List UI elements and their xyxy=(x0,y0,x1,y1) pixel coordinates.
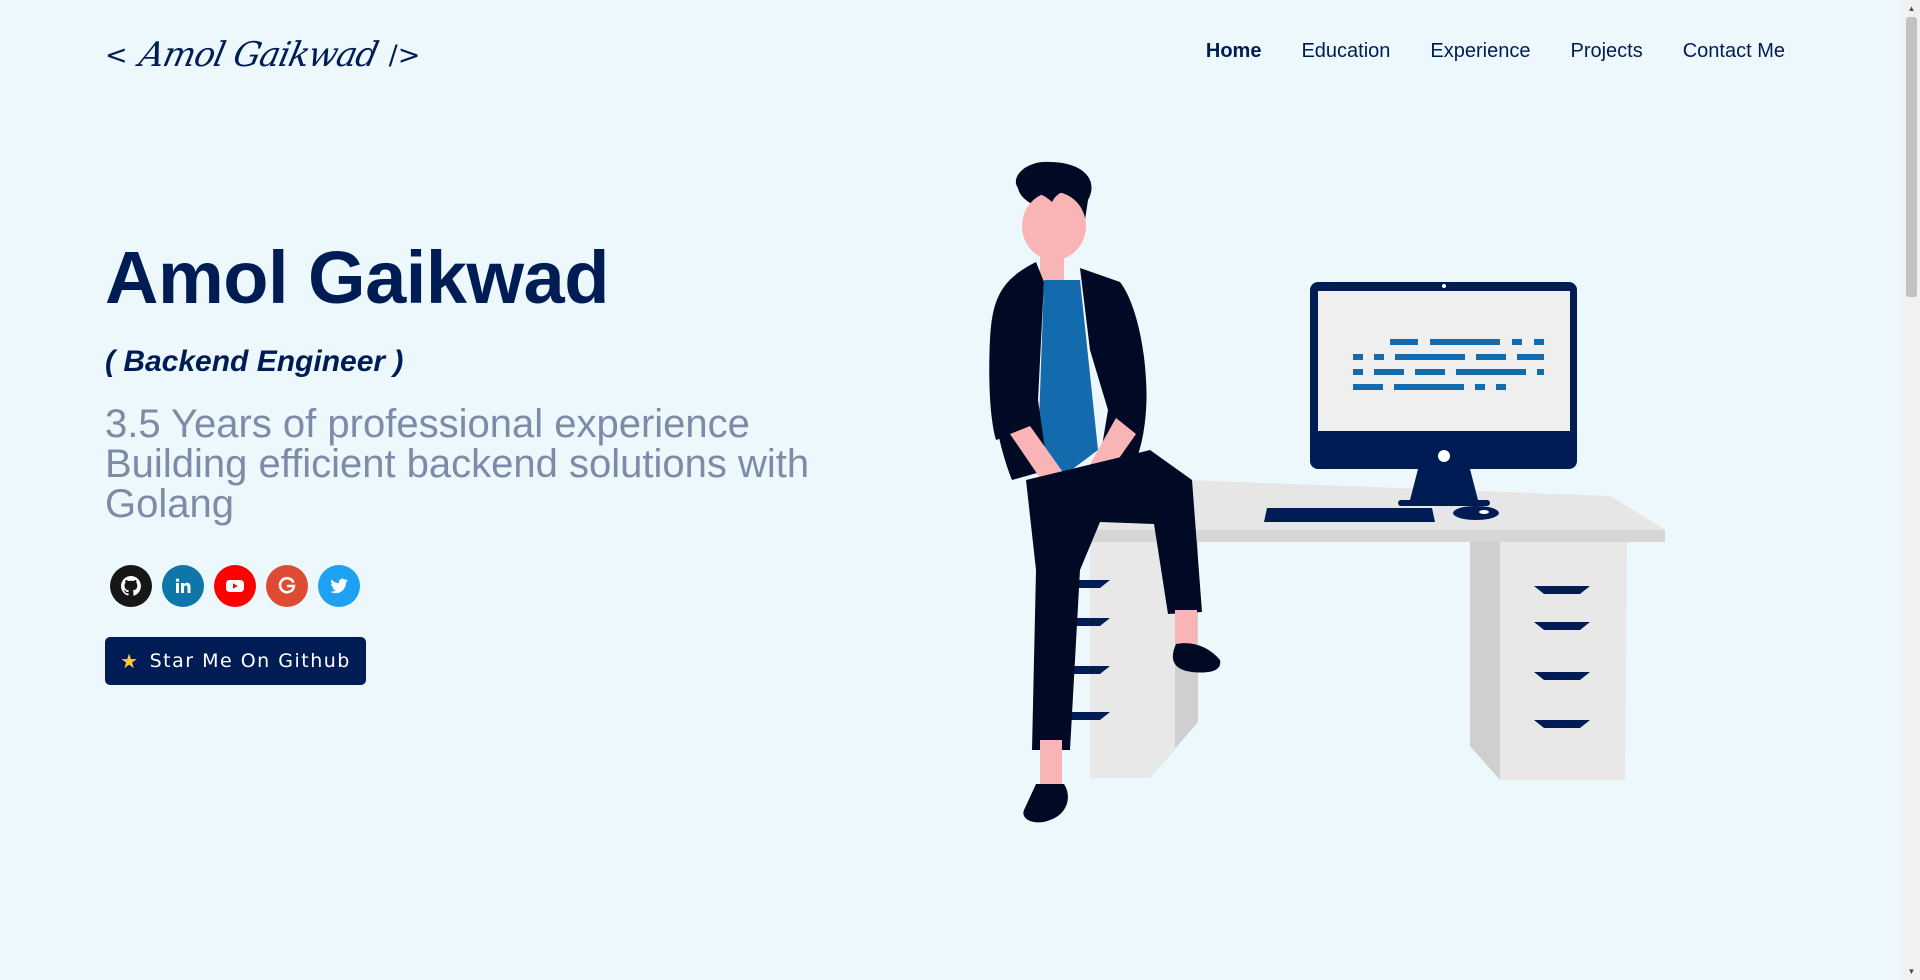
linkedin-icon xyxy=(175,578,191,593)
star-button-label: Star Me On Github xyxy=(149,650,351,672)
scroll-down-icon[interactable]: ▼ xyxy=(1903,963,1920,980)
nav-contact-me[interactable]: Contact Me xyxy=(1683,40,1785,63)
scroll-up-icon[interactable]: ▲ xyxy=(1903,0,1920,17)
developer-desk-illustration xyxy=(989,161,1665,823)
github-icon xyxy=(121,576,141,596)
tagline-line-2: Building efficient backend solutions wit… xyxy=(105,442,810,486)
nav-education[interactable]: Education xyxy=(1301,40,1390,63)
google-icon xyxy=(278,576,296,594)
hero-tagline: 3.5 Years of professional experience Bui… xyxy=(105,404,885,524)
star-icon: ★ xyxy=(120,649,140,673)
main-nav: Home Education Experience Projects Conta… xyxy=(1206,40,1785,63)
scrollbar-thumb[interactable] xyxy=(1906,17,1917,297)
google-link[interactable] xyxy=(266,565,308,607)
tagline-line-3: Golang xyxy=(105,482,234,526)
hero-role: ( Backend Engineer ) xyxy=(105,345,404,378)
twitter-link[interactable] xyxy=(318,565,360,607)
youtube-icon xyxy=(226,580,244,592)
twitter-icon xyxy=(330,578,348,594)
logo-open-bracket: < xyxy=(105,39,128,71)
logo[interactable]: < Amol Gaikwad /> xyxy=(105,30,420,80)
social-links xyxy=(110,565,360,607)
logo-signature: Amol Gaikwad xyxy=(135,35,381,75)
nav-home[interactable]: Home xyxy=(1206,40,1262,63)
github-link[interactable] xyxy=(110,565,152,607)
star-on-github-button[interactable]: ★ Star Me On Github xyxy=(105,637,366,685)
nav-projects[interactable]: Projects xyxy=(1570,40,1642,63)
hero-name: Amol Gaikwad xyxy=(105,236,609,319)
logo-close-bracket: /> xyxy=(388,39,421,71)
nav-experience[interactable]: Experience xyxy=(1430,40,1530,63)
youtube-link[interactable] xyxy=(214,565,256,607)
linkedin-link[interactable] xyxy=(162,565,204,607)
vertical-scrollbar[interactable]: ▲ ▼ xyxy=(1903,0,1920,980)
tagline-line-1: 3.5 Years of professional experience xyxy=(105,402,750,446)
